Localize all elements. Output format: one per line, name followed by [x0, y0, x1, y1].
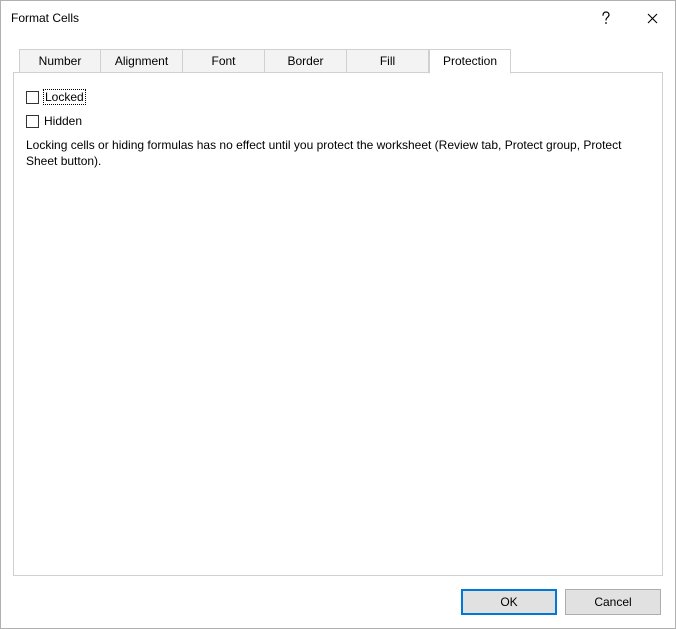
- hidden-row: Hidden: [26, 111, 650, 131]
- protection-description: Locking cells or hiding formulas has no …: [26, 137, 646, 169]
- close-button[interactable]: [629, 1, 675, 35]
- help-button[interactable]: [583, 1, 629, 35]
- tab-strip: Number Alignment Font Border Fill Protec…: [13, 49, 663, 73]
- close-icon: [647, 13, 658, 24]
- titlebar: Format Cells: [1, 1, 675, 35]
- help-icon: [601, 11, 611, 25]
- format-cells-dialog: Format Cells Number Alignment Font Borde…: [0, 0, 676, 629]
- dialog-footer: OK Cancel: [1, 576, 675, 628]
- hidden-checkbox[interactable]: [26, 115, 39, 128]
- locked-label[interactable]: Locked: [44, 90, 85, 104]
- locked-row: Locked: [26, 87, 650, 107]
- cancel-button[interactable]: Cancel: [565, 589, 661, 615]
- tab-alignment[interactable]: Alignment: [101, 49, 183, 72]
- dialog-title: Format Cells: [11, 11, 583, 25]
- tab-content-protection: Locked Hidden Locking cells or hiding fo…: [13, 73, 663, 576]
- tab-protection[interactable]: Protection: [429, 49, 511, 74]
- tab-fill[interactable]: Fill: [347, 49, 429, 72]
- tab-border[interactable]: Border: [265, 49, 347, 72]
- tab-number[interactable]: Number: [19, 49, 101, 72]
- ok-button[interactable]: OK: [461, 589, 557, 615]
- locked-checkbox[interactable]: [26, 91, 39, 104]
- tab-font[interactable]: Font: [183, 49, 265, 72]
- hidden-label[interactable]: Hidden: [44, 114, 82, 128]
